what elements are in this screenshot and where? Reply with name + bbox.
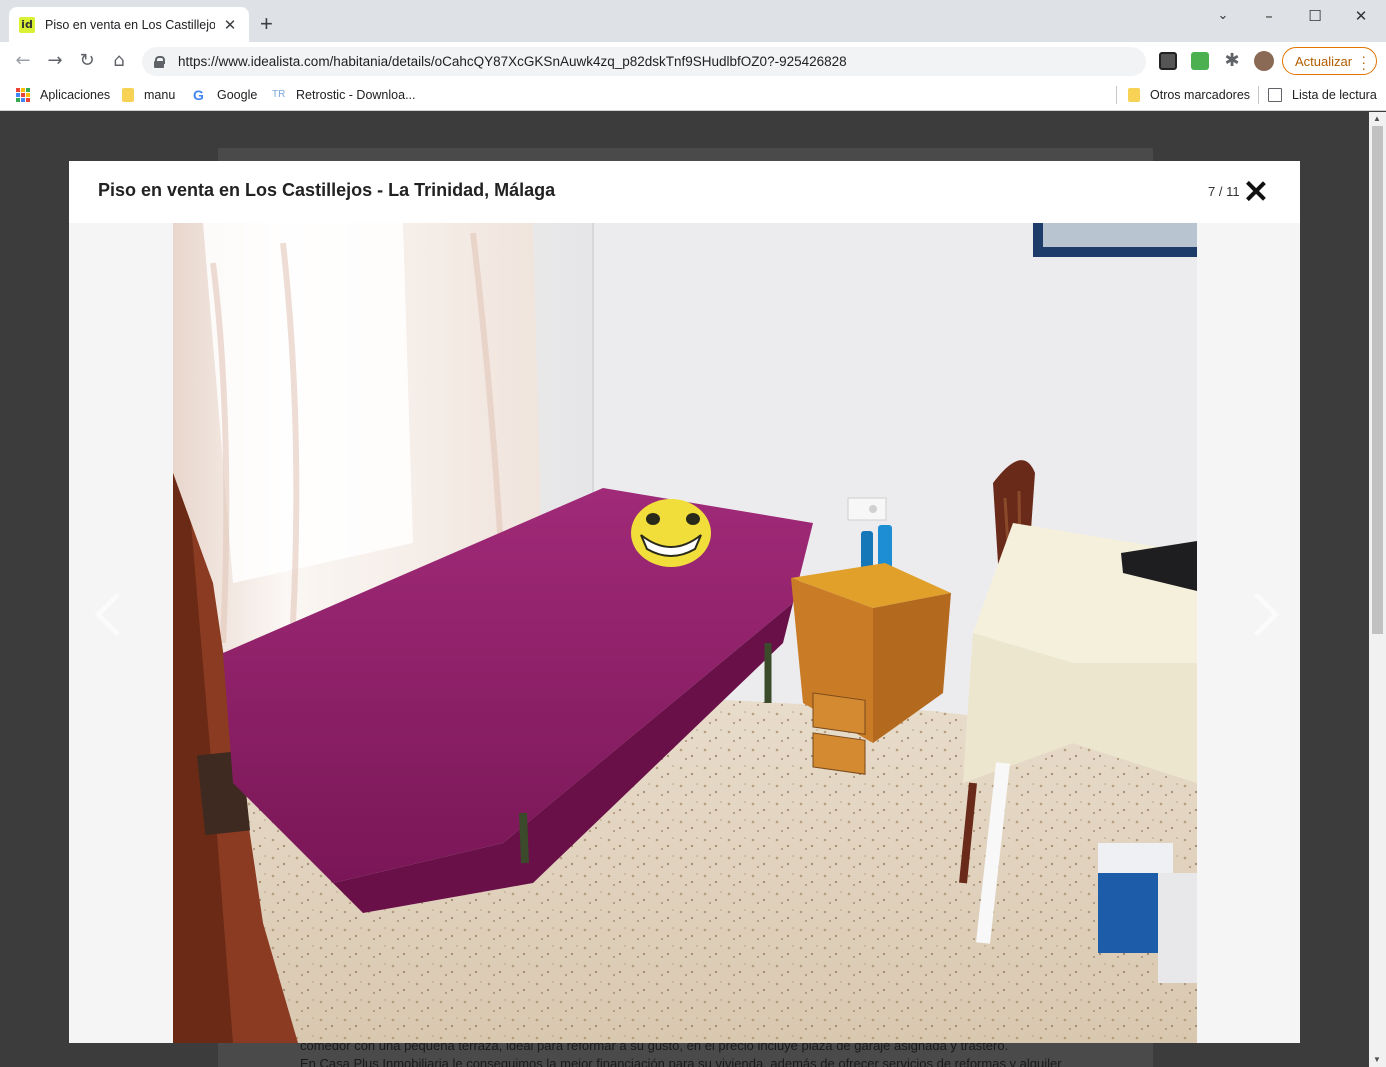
bookmark-label: Otros marcadores [1150,88,1251,102]
tab-search-icon[interactable]: ⌄ [1200,4,1246,28]
bookmark-apps[interactable]: Aplicaciones [16,85,110,105]
url-text[interactable]: https://www.idealista.com/habitania/deta… [178,54,847,69]
maximize-icon[interactable]: ☐ [1292,4,1338,28]
extension-icon[interactable] [1159,52,1177,70]
bookmark-retrostic[interactable]: TR Retrostic - Downloa... [272,85,415,105]
bookmark-google[interactable]: G Google [193,85,257,105]
retrostic-icon: TR [272,89,286,100]
back-arrow-icon[interactable]: ← [10,48,36,74]
avatar[interactable] [1254,51,1274,71]
gallery-header: Piso en venta en Los Castillejos - La Tr… [69,161,1300,223]
address-bar[interactable]: https://www.idealista.com/habitania/deta… [142,47,1146,76]
photo-gallery-modal: Piso en venta en Los Castillejos - La Tr… [69,161,1300,1043]
update-button[interactable]: Actualizar · · · [1282,47,1377,75]
idealista-favicon: id [19,16,35,33]
lock-icon[interactable] [154,55,165,68]
photo-counter: 7 / 11 [1208,184,1240,199]
tab-title: Piso en venta en Los Castillejos - [45,17,215,32]
gallery-photo [173,223,1197,1043]
gallery-title: Piso en venta en Los Castillejos - La Tr… [98,180,556,200]
scroll-down-icon[interactable]: ▼ [1373,1055,1381,1064]
home-icon[interactable]: ⌂ [106,48,132,74]
close-x-icon[interactable] [1243,178,1269,204]
close-window-icon[interactable]: ✕ [1338,4,1384,28]
chevron-right-icon[interactable] [1242,585,1282,645]
browser-tab[interactable]: id Piso en venta en Los Castillejos - ✕ [9,7,249,42]
divider [1258,86,1259,104]
bookmark-label: manu [144,88,176,102]
extension-icon[interactable] [1191,52,1209,70]
update-label: Actualizar [1295,53,1353,69]
reading-list[interactable]: Lista de lectura [1268,85,1377,105]
reading-list-icon [1268,88,1282,102]
bookmarks-bar: Aplicaciones manu G Google TR Retrostic … [0,80,1386,111]
bedroom-photo [173,223,1197,1043]
bookmark-label: Retrostic - Downloa... [296,88,416,102]
page-scrollbar[interactable]: ▲ ▼ [1369,112,1386,1067]
browser-toolbar: ← → ↻ ⌂ https://www.idealista.com/habita… [0,42,1386,80]
folder-icon [122,88,134,102]
minimize-icon[interactable]: – [1246,4,1292,28]
description-text: En Casa Plus Inmobiliaria le conseguimos… [300,1056,1062,1067]
apps-grid-icon [16,88,30,102]
scroll-thumb[interactable] [1372,126,1383,634]
bookmark-label: Google [217,88,258,102]
tab-close-icon[interactable]: ✕ [221,16,239,34]
google-icon: G [193,87,204,103]
divider [1116,86,1117,104]
bookmark-label: Lista de lectura [1292,88,1377,102]
puzzle-icon[interactable]: ✱ [1219,48,1245,74]
bookmark-label: Aplicaciones [40,88,111,102]
scroll-up-icon[interactable]: ▲ [1373,114,1381,123]
reload-icon[interactable]: ↻ [74,48,100,74]
new-tab-icon[interactable]: + [260,12,273,36]
tab-strip: id Piso en venta en Los Castillejos - ✕ … [0,0,1386,42]
folder-icon [1128,88,1140,102]
chevron-left-icon[interactable] [87,585,127,645]
bookmark-other[interactable]: Otros marcadores [1128,85,1250,105]
bookmark-manu[interactable]: manu [122,85,175,105]
kebab-menu-icon: · · · [1361,48,1366,76]
forward-arrow-icon[interactable]: → [42,48,68,74]
